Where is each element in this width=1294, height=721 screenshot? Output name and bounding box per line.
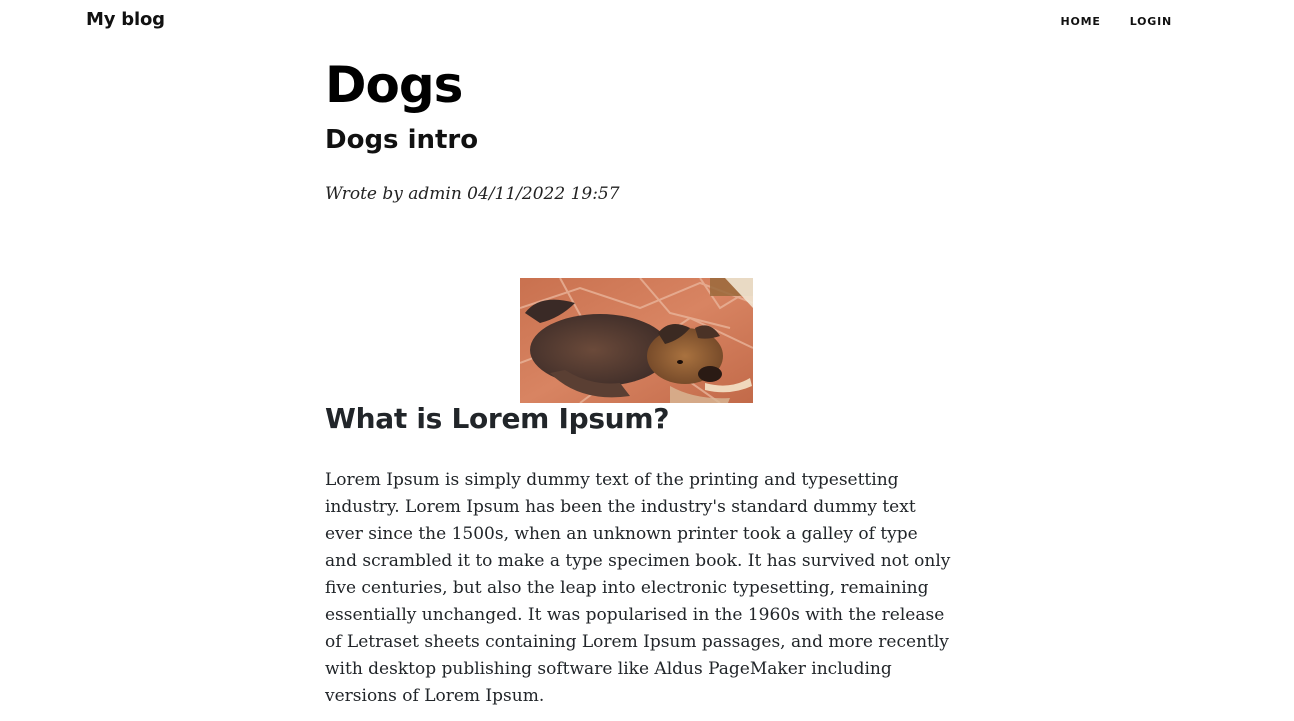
nav-home-link[interactable]: HOME <box>1060 15 1100 28</box>
section-heading: What is Lorem Ipsum? <box>325 402 670 435</box>
post-meta: Wrote by admin 04/11/2022 19:57 <box>325 184 620 204</box>
top-navbar: My blog HOME LOGIN <box>0 0 1294 42</box>
dog-photo <box>520 278 753 403</box>
nav-login-link[interactable]: LOGIN <box>1130 15 1172 28</box>
post-body-text: Lorem Ipsum is simply dummy text of the … <box>325 470 951 706</box>
post-title: Dogs <box>325 56 463 114</box>
post-subtitle: Dogs intro <box>325 125 479 155</box>
brand-link[interactable]: My blog <box>86 9 165 30</box>
nav-links: HOME LOGIN <box>1060 15 1172 28</box>
